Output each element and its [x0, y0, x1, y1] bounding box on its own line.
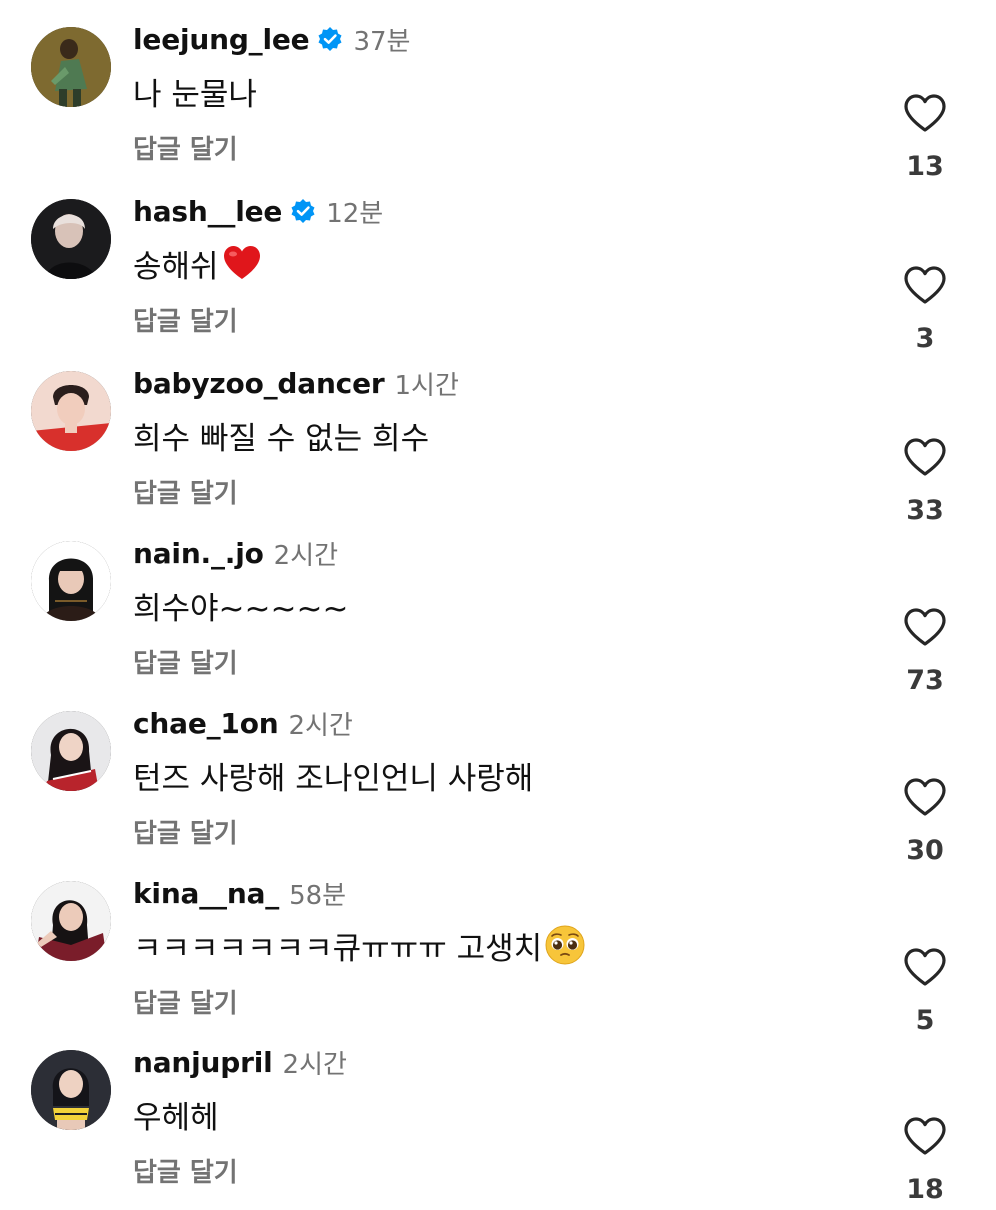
- like-button[interactable]: [903, 777, 947, 817]
- reply-button[interactable]: 답글 달기: [133, 301, 238, 338]
- pleading-face-emoji: [544, 924, 586, 966]
- like-count: 33: [906, 495, 944, 526]
- comment-item: hash__lee 12분 송해쉬 답글 달기 3: [0, 189, 996, 359]
- avatar[interactable]: [31, 371, 111, 451]
- comment-item: nanjupril 2시간 우헤헤 답글 달기 18: [0, 1040, 996, 1210]
- like-button[interactable]: [903, 947, 947, 987]
- comment-text: 나 눈물나: [133, 69, 257, 113]
- username[interactable]: kina__na_: [133, 877, 279, 910]
- like-button[interactable]: [903, 437, 947, 477]
- verified-badge-icon: [290, 198, 316, 224]
- comment-time: 12분: [326, 198, 384, 229]
- comment-item: leejung_lee 37분 나 눈물나 답글 달기 13: [0, 17, 996, 187]
- avatar[interactable]: [31, 27, 111, 107]
- like-count: 3: [915, 323, 935, 354]
- comment-item: babyzoo_dancer 1시간 희수 빠질 수 없는 희수 답글 달기 3…: [0, 361, 996, 531]
- reply-button[interactable]: 답글 달기: [133, 129, 238, 166]
- username[interactable]: nanjupril: [133, 1046, 273, 1079]
- username[interactable]: chae_1on: [133, 707, 279, 740]
- like-count: 30: [906, 835, 944, 866]
- comment-text: 희수야~~~~~: [133, 583, 348, 627]
- heart-outline-icon: [904, 266, 946, 304]
- avatar[interactable]: [31, 711, 111, 791]
- comment-text-content: 나 눈물나: [133, 76, 257, 113]
- like-button[interactable]: [903, 607, 947, 647]
- reply-button[interactable]: 답글 달기: [133, 983, 238, 1020]
- comment-text-content: 턴즈 사랑해 조나인언니 사랑해: [133, 760, 534, 797]
- comment-time: 2시간: [273, 540, 339, 571]
- username[interactable]: babyzoo_dancer: [133, 367, 385, 400]
- avatar[interactable]: [31, 541, 111, 621]
- reply-button[interactable]: 답글 달기: [133, 813, 238, 850]
- avatar[interactable]: [31, 1050, 111, 1130]
- comment-text: ㅋㅋㅋㅋㅋㅋㅋ큐ㅠㅠㅠ 고생치: [133, 923, 586, 967]
- comment-time: 58분: [289, 880, 347, 911]
- red-heart-emoji: [221, 242, 263, 284]
- like-count: 18: [906, 1174, 944, 1205]
- heart-outline-icon: [904, 438, 946, 476]
- comment-time: 37분: [353, 26, 411, 57]
- comment-text: 희수 빠질 수 없는 희수: [133, 413, 429, 457]
- like-button[interactable]: [903, 1116, 947, 1156]
- verified-badge-icon: [317, 26, 343, 52]
- comment-time: 2시간: [288, 710, 353, 741]
- like-count: 13: [906, 151, 944, 182]
- comment-text: 송해쉬: [133, 241, 263, 285]
- comment-text-content: 희수 빠질 수 없는 희수: [133, 420, 430, 457]
- comment-text-content: 희수야~~~~~: [133, 590, 349, 627]
- avatar[interactable]: [31, 881, 111, 961]
- comment-time: 1시간: [394, 370, 459, 401]
- heart-outline-icon: [904, 94, 946, 132]
- reply-button[interactable]: 답글 달기: [133, 1152, 238, 1189]
- username[interactable]: hash__lee: [133, 195, 282, 228]
- comment-item: chae_1on 2시간 턴즈 사랑해 조나인언니 사랑해 답글 달기 30: [0, 701, 996, 871]
- comment-text: 턴즈 사랑해 조나인언니 사랑해: [133, 753, 533, 797]
- heart-outline-icon: [904, 608, 946, 646]
- comment-time: 2시간: [282, 1049, 347, 1080]
- comment-text-content: ㅋㅋㅋㅋㅋㅋㅋ큐ㅠㅠㅠ 고생치: [133, 930, 543, 967]
- like-count: 5: [915, 1005, 935, 1036]
- comment-item: nain._.jo 2시간 희수야~~~~~ 답글 달기 73: [0, 531, 996, 701]
- heart-outline-icon: [904, 1117, 946, 1155]
- like-button[interactable]: [903, 93, 947, 133]
- like-count: 73: [906, 665, 944, 696]
- comment-item: kina__na_ 58분 ㅋㅋㅋㅋㅋㅋㅋ큐ㅠㅠㅠ 고생치 답글 달기 5: [0, 871, 996, 1041]
- comment-text: 우헤헤: [133, 1092, 219, 1136]
- comment-text-content: 송해쉬: [133, 248, 219, 285]
- reply-button[interactable]: 답글 달기: [133, 643, 238, 680]
- heart-outline-icon: [904, 778, 946, 816]
- heart-outline-icon: [904, 948, 946, 986]
- username[interactable]: nain._.jo: [133, 537, 264, 570]
- comment-text-content: 우헤헤: [133, 1099, 219, 1136]
- like-button[interactable]: [903, 265, 947, 305]
- username[interactable]: leejung_lee: [133, 23, 310, 56]
- avatar[interactable]: [31, 199, 111, 279]
- reply-button[interactable]: 답글 달기: [133, 473, 238, 510]
